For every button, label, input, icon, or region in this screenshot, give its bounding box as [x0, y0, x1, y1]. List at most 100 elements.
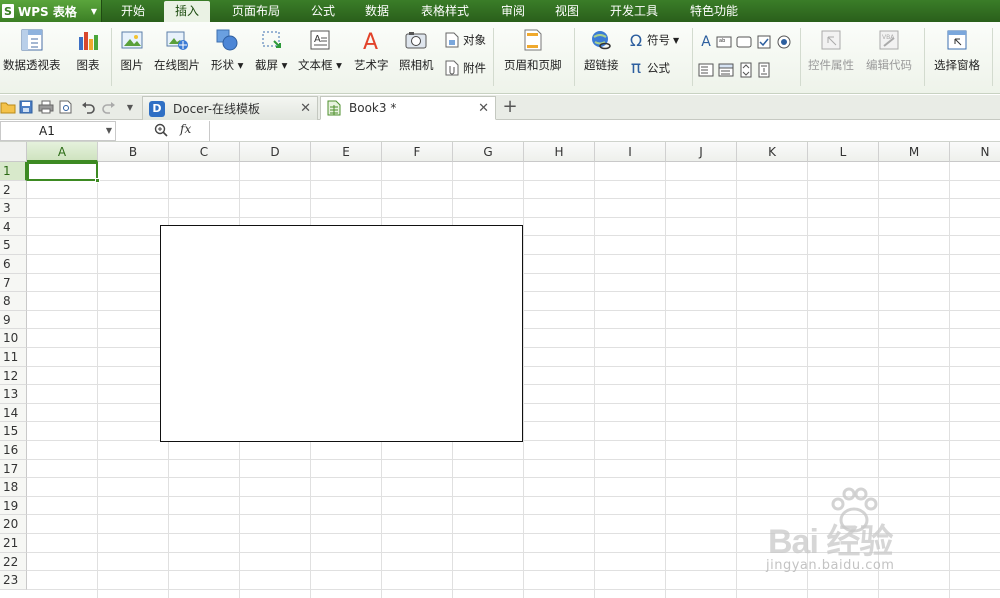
column-header-h[interactable]: H: [524, 142, 595, 162]
column-header-m[interactable]: M: [879, 142, 950, 162]
column-header-l[interactable]: L: [808, 142, 879, 162]
open-folder-icon[interactable]: [0, 99, 16, 115]
chart-button[interactable]: 图表: [76, 28, 100, 73]
zoom-search-icon[interactable]: [154, 123, 168, 140]
hyperlink-button[interactable]: 超链接: [584, 28, 619, 73]
new-tab-button[interactable]: +: [500, 98, 520, 118]
header-footer-button[interactable]: 页眉和页脚: [504, 28, 562, 73]
picture-button[interactable]: 图片: [120, 28, 144, 73]
row-header-18[interactable]: 18: [0, 478, 27, 497]
wordart-button[interactable]: A 艺术字: [354, 28, 389, 73]
undo-icon[interactable]: [80, 99, 96, 115]
name-box-dropdown-icon[interactable]: ▼: [106, 122, 112, 140]
row-header-10[interactable]: 10: [0, 329, 27, 348]
column-header-d[interactable]: D: [240, 142, 311, 162]
formula-input[interactable]: [209, 121, 1000, 141]
symbol-button[interactable]: Ω 符号 ▼: [628, 31, 679, 50]
selection-pane-button[interactable]: 选择窗格: [934, 28, 980, 73]
spinner-control-icon[interactable]: [738, 62, 754, 78]
row-header-22[interactable]: 22: [0, 552, 27, 572]
row-header-13[interactable]: 13: [0, 385, 27, 404]
camera-button[interactable]: 照相机: [399, 28, 434, 73]
column-header-a[interactable]: A: [27, 142, 98, 162]
row-header-11[interactable]: 11: [0, 348, 27, 367]
active-cell-a1[interactable]: [27, 162, 100, 183]
row-header-17[interactable]: 17: [0, 459, 27, 479]
inserted-textbox-shape[interactable]: [160, 225, 523, 442]
checkbox-control-icon[interactable]: [756, 34, 772, 50]
bar-chart-icon: [76, 28, 100, 52]
close-tab-icon[interactable]: ✕: [300, 101, 311, 116]
control-properties-icon: [819, 28, 843, 52]
menu-start[interactable]: 开始: [108, 0, 158, 22]
column-header-b[interactable]: B: [98, 142, 169, 162]
groupbox-control-icon[interactable]: [736, 34, 752, 50]
name-box[interactable]: A1 ▼: [0, 121, 116, 141]
row-header-12[interactable]: 12: [0, 366, 27, 386]
menu-view[interactable]: 视图: [544, 0, 590, 22]
pivot-table-button[interactable]: 数据透视表: [3, 28, 61, 73]
customize-toolbar-dropdown-icon[interactable]: ▼: [122, 99, 138, 115]
row-header-2[interactable]: 2: [0, 180, 27, 200]
textbox-button[interactable]: A 文本框 ▾: [298, 28, 342, 73]
formula-button[interactable]: π 公式: [628, 58, 670, 78]
row-header-9[interactable]: 9: [0, 310, 27, 330]
column-header-f[interactable]: F: [382, 142, 453, 162]
column-header-k[interactable]: K: [737, 142, 808, 162]
select-all-corner[interactable]: [0, 142, 27, 162]
scrollbar-control-icon[interactable]: [756, 62, 772, 78]
wps-app-menu-button[interactable]: S WPS 表格 ▼: [0, 0, 102, 22]
insert-function-fx-button[interactable]: fx: [180, 122, 191, 136]
combobox-control-icon[interactable]: [718, 62, 734, 78]
screenshot-button[interactable]: 截屏 ▾: [255, 28, 287, 73]
row-header-19[interactable]: 19: [0, 496, 27, 516]
textbox-control-icon[interactable]: ab: [716, 34, 732, 50]
redo-icon[interactable]: [101, 99, 117, 115]
row-header-7[interactable]: 7: [0, 273, 27, 293]
column-header-g[interactable]: G: [453, 142, 524, 162]
menu-developer[interactable]: 开发工具: [600, 0, 668, 22]
row-header-14[interactable]: 14: [0, 403, 27, 423]
tab-docer-templates[interactable]: D Docer-在线模板 ✕: [142, 96, 318, 120]
row-header-20[interactable]: 20: [0, 515, 27, 534]
row-header-21[interactable]: 21: [0, 534, 27, 553]
fill-handle[interactable]: [95, 178, 100, 183]
screenshot-icon: [259, 28, 283, 52]
close-tab-icon[interactable]: ✕: [478, 101, 489, 116]
shapes-button[interactable]: 形状 ▾: [211, 28, 243, 73]
column-header-j[interactable]: J: [666, 142, 737, 162]
edit-code-button[interactable]: VBA 编辑代码: [866, 28, 912, 73]
row-header-23[interactable]: 23: [0, 571, 27, 590]
row-header-5[interactable]: 5: [0, 236, 27, 255]
menu-review[interactable]: 审阅: [490, 0, 536, 22]
row-header-15[interactable]: 15: [0, 422, 27, 441]
menu-insert[interactable]: 插入: [164, 1, 210, 22]
online-picture-button[interactable]: 在线图片: [154, 28, 200, 73]
row-header-16[interactable]: 16: [0, 441, 27, 460]
control-properties-button[interactable]: 控件属性: [808, 28, 854, 73]
label-control-icon[interactable]: A: [698, 34, 714, 50]
attachment-button[interactable]: 附件: [444, 60, 486, 76]
row-header-4[interactable]: 4: [0, 217, 27, 237]
save-icon[interactable]: [18, 99, 34, 115]
column-header-e[interactable]: E: [311, 142, 382, 162]
row-header-3[interactable]: 3: [0, 199, 27, 218]
row-header-6[interactable]: 6: [0, 255, 27, 274]
row-header-8[interactable]: 8: [0, 292, 27, 311]
listbox-control-icon[interactable]: [698, 62, 714, 78]
print-icon[interactable]: [38, 99, 54, 115]
column-header-c[interactable]: C: [169, 142, 240, 162]
object-button[interactable]: 对象: [444, 32, 486, 48]
column-header-n[interactable]: N: [950, 142, 1000, 162]
row-header-1[interactable]: 1: [0, 162, 27, 181]
radio-control-icon[interactable]: [776, 34, 792, 50]
menu-data[interactable]: 数据: [354, 0, 400, 22]
menu-special-features[interactable]: 特色功能: [680, 0, 748, 22]
menu-page-layout[interactable]: 页面布局: [224, 0, 288, 22]
print-preview-icon[interactable]: [58, 99, 74, 115]
menu-table-style[interactable]: 表格样式: [410, 0, 480, 22]
column-header-i[interactable]: I: [595, 142, 666, 162]
menu-formulas[interactable]: 公式: [300, 0, 346, 22]
tab-book3[interactable]: Book3 * ✕: [320, 96, 496, 120]
ribbon-separator: [800, 28, 801, 86]
